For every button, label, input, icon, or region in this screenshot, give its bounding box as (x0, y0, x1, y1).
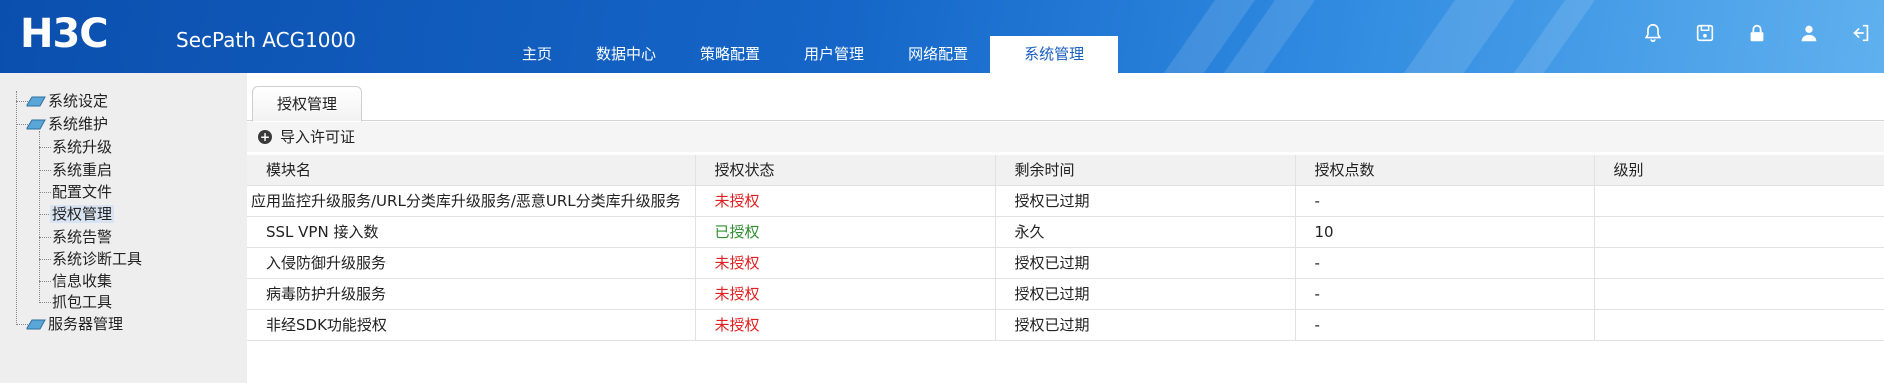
table-row[interactable]: 病毒防护升级服务 未授权 授权已过期 - (247, 278, 1884, 310)
cell-level (1594, 247, 1884, 279)
sidebar-item-system-settings[interactable]: 系统设定 (26, 90, 108, 112)
sidebar-item-license-mgmt[interactable]: 授权管理 (50, 203, 115, 225)
cell-status: 未授权 (695, 309, 996, 341)
cell-status: 未授权 (695, 247, 996, 279)
cell-points: - (1295, 185, 1595, 217)
cell-points: - (1295, 278, 1595, 310)
nav-tab-data-center[interactable]: 数据中心 (574, 36, 678, 73)
tree-connector (39, 131, 40, 301)
header-toolbar (1642, 22, 1872, 44)
bell-icon[interactable] (1642, 22, 1664, 44)
main-content: 授权管理 + 导入许可证 模块名 授权状态 剩余时间 授权点数 级别 应用监控升… (247, 73, 1884, 383)
column-header-remaining[interactable]: 剩余时间 (995, 155, 1296, 186)
sidebar-item-system-upgrade[interactable]: 系统升级 (52, 136, 112, 158)
sidebar-item-label: 系统设定 (48, 92, 109, 110)
cell-module: SSL VPN 接入数 (247, 216, 696, 248)
import-license-button[interactable]: + 导入许可证 (258, 126, 355, 148)
sidebar-item-label: 系统重启 (52, 161, 113, 179)
table-row[interactable]: 非经SDK功能授权 未授权 授权已过期 - (247, 309, 1884, 341)
sidebar-tree: 系统设定 系统维护 系统升级 系统重启 配置文件 授权管理 系统告警 系统诊断工… (0, 73, 247, 383)
cell-level (1594, 216, 1884, 248)
cell-module: 病毒防护升级服务 (247, 278, 696, 310)
cell-module: 非经SDK功能授权 (247, 309, 696, 341)
sidebar-item-label: 抓包工具 (52, 293, 113, 311)
table-row[interactable]: 应用监控升级服务/URL分类库升级服务/恶意URL分类库升级服务 未授权 授权已… (247, 185, 1884, 217)
nav-tab-policy[interactable]: 策略配置 (678, 36, 782, 73)
save-icon[interactable] (1694, 22, 1716, 44)
content-tabstrip: 授权管理 (247, 73, 1884, 122)
sidebar-item-config-file[interactable]: 配置文件 (52, 181, 112, 203)
content-toolbar: + 导入许可证 (247, 122, 1884, 152)
tree-connector (39, 259, 51, 260)
sidebar-item-info-collect[interactable]: 信息收集 (52, 270, 112, 292)
cell-module: 应用监控升级服务/URL分类库升级服务/恶意URL分类库升级服务 (247, 185, 696, 217)
table-row[interactable]: SSL VPN 接入数 已授权 永久 10 (247, 216, 1884, 248)
column-header-level[interactable]: 级别 (1594, 155, 1884, 186)
cell-module: 入侵防御升级服务 (247, 247, 696, 279)
sidebar-item-packet-capture[interactable]: 抓包工具 (52, 291, 112, 313)
cell-points: - (1295, 309, 1595, 341)
nav-tab-user-mgmt[interactable]: 用户管理 (782, 36, 886, 73)
tree-connector (39, 147, 51, 148)
sidebar-item-label: 服务器管理 (48, 315, 124, 333)
sidebar-item-server-mgmt[interactable]: 服务器管理 (26, 313, 123, 335)
tab-license-mgmt[interactable]: 授权管理 (252, 86, 363, 122)
table-header-row: 模块名 授权状态 剩余时间 授权点数 级别 (247, 155, 1884, 186)
sidebar-item-label: 配置文件 (52, 183, 113, 201)
main-nav: 主页 数据中心 策略配置 用户管理 网络配置 系统管理 (500, 36, 1119, 73)
tree-connector (39, 302, 51, 303)
cell-level (1594, 309, 1884, 341)
nav-tab-network[interactable]: 网络配置 (886, 36, 990, 73)
license-table: 模块名 授权状态 剩余时间 授权点数 级别 应用监控升级服务/URL分类库升级服… (247, 155, 1884, 341)
folder-icon (26, 96, 46, 107)
import-license-label: 导入许可证 (280, 128, 356, 146)
sidebar-item-label: 系统告警 (52, 228, 113, 246)
h3c-logo: H3C (20, 11, 109, 57)
tree-connector (39, 170, 51, 171)
tree-connector (39, 192, 51, 193)
sidebar-item-label: 授权管理 (50, 205, 115, 223)
cell-status: 未授权 (695, 185, 996, 217)
nav-tab-home[interactable]: 主页 (500, 36, 574, 73)
column-header-status[interactable]: 授权状态 (695, 155, 996, 186)
cell-status: 已授权 (695, 216, 996, 248)
sidebar-item-label: 系统升级 (52, 138, 113, 156)
cell-remaining: 授权已过期 (995, 247, 1296, 279)
sidebar-item-label: 系统维护 (48, 115, 109, 133)
logout-icon[interactable] (1850, 22, 1872, 44)
product-name: SecPath ACG1000 (176, 28, 356, 52)
nav-tab-system-mgmt[interactable]: 系统管理 (990, 36, 1119, 73)
sidebar-item-label: 系统诊断工具 (52, 250, 143, 268)
cell-remaining: 授权已过期 (995, 309, 1296, 341)
sidebar-item-system-reboot[interactable]: 系统重启 (52, 159, 112, 181)
cell-level (1594, 278, 1884, 310)
tree-connector (39, 237, 51, 238)
sidebar-item-system-alarm[interactable]: 系统告警 (52, 226, 112, 248)
column-header-points[interactable]: 授权点数 (1295, 155, 1595, 186)
lock-icon[interactable] (1746, 22, 1768, 44)
top-header: H3C SecPath ACG1000 主页 数据中心 策略配置 用户管理 网络… (0, 0, 1884, 73)
cell-remaining: 授权已过期 (995, 278, 1296, 310)
column-header-module[interactable]: 模块名 (247, 155, 696, 186)
cell-level (1594, 185, 1884, 217)
cell-status: 未授权 (695, 278, 996, 310)
sidebar-item-diagnostic-tools[interactable]: 系统诊断工具 (52, 248, 142, 270)
folder-icon (26, 119, 46, 130)
tree-connector (39, 281, 51, 282)
folder-icon (26, 319, 46, 330)
table-row[interactable]: 入侵防御升级服务 未授权 授权已过期 - (247, 247, 1884, 279)
cell-points: 10 (1295, 216, 1595, 248)
sidebar-item-system-maintenance[interactable]: 系统维护 (26, 113, 108, 135)
cell-remaining: 授权已过期 (995, 185, 1296, 217)
cell-points: - (1295, 247, 1595, 279)
tree-connector (16, 91, 17, 323)
user-icon[interactable] (1798, 22, 1820, 44)
cell-remaining: 永久 (995, 216, 1296, 248)
add-circle-icon: + (258, 130, 272, 144)
sidebar-item-label: 信息收集 (52, 272, 113, 290)
